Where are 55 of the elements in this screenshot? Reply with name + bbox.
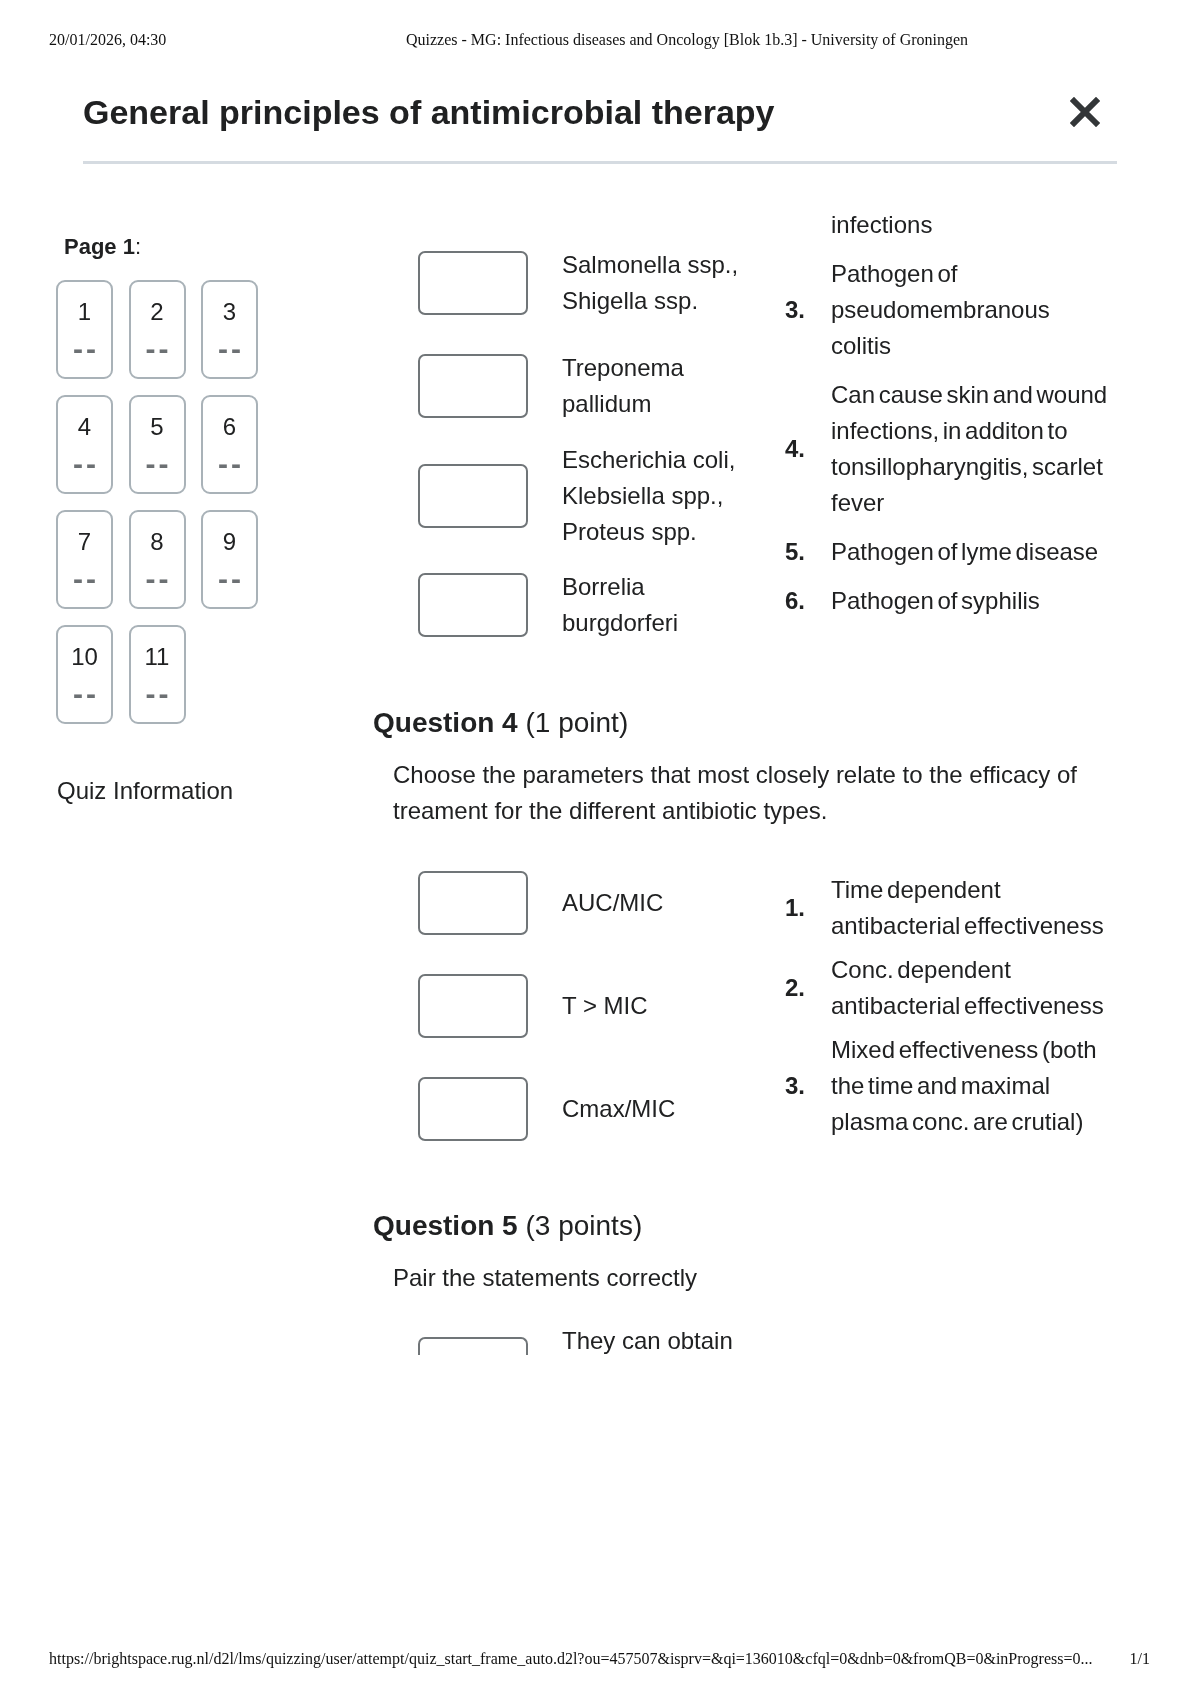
answer-text: Pathogen of syphilis <box>831 586 1041 616</box>
question-tile[interactable]: 1 -- <box>56 280 113 379</box>
print-page-title: Quizzes - MG: Infectious diseases and Oncology [Blok 1b.3] - University of Groningen <box>406 30 969 49</box>
answer-number: 2. <box>785 972 806 1003</box>
dialog-title: General principles of antimicrobial therapy <box>83 92 775 132</box>
answer-number: 6. <box>785 586 806 616</box>
question-tile[interactable]: 4 -- <box>56 395 113 494</box>
answer-number: 3. <box>785 295 806 325</box>
answer-text: Pathogen of lyme disease <box>831 537 1100 567</box>
question-tile[interactable]: 2 -- <box>128 280 186 379</box>
page-count: 1/1 <box>1129 1649 1150 1668</box>
answer-box[interactable] <box>418 1076 528 1141</box>
question-tile[interactable]: 5 -- <box>128 395 186 494</box>
match-label: Cmax/MIC <box>562 1093 677 1124</box>
question-title: Question 5 (3 points) <box>373 1209 644 1243</box>
match-label: T > MIC <box>562 990 649 1021</box>
answer-text: Time dependent antibacterial effectiveness <box>831 874 1105 941</box>
question-tile[interactable]: 10 -- <box>56 625 113 724</box>
question-tile[interactable]: 9 -- <box>201 510 258 609</box>
print-date: 20/01/2026, 04:30 <box>49 30 167 49</box>
question-prompt: Pair the statements correctly <box>392 1263 699 1293</box>
question-tile[interactable]: 11 -- <box>128 625 186 724</box>
question-tile[interactable]: 6 -- <box>201 395 258 494</box>
answer-box[interactable] <box>418 870 528 935</box>
answer-box[interactable] <box>418 251 528 315</box>
print-url: https://brightspace.rug.nl/d2l/lms/quizzing/user/attempt/quiz_start_frame_auto.d2l?ou=457507&isprv=&qi=136010&cfql=0&dnb=0&fromQB=0&inProgress=0... <box>49 1649 1093 1668</box>
answer-text: Pathogen of pseudomembranous colitis <box>831 259 1051 361</box>
answer-text: Can cause skin and wound infections, in additon to tonsillopharyngitis, scarlet fever <box>831 380 1109 518</box>
answer-box[interactable] <box>418 573 528 637</box>
answer-number: 1. <box>785 892 806 923</box>
answer-text: Conc. dependent antibacterial effectiveness <box>831 954 1105 1021</box>
question-prompt: Choose the parameters that most closely relate to the efficacy of treament for the different antibiotic types. <box>392 759 1078 826</box>
match-label: Salmonella ssp., Shigella ssp. <box>562 250 740 316</box>
question-tile[interactable]: 8 -- <box>128 510 186 609</box>
match-label: Treponema pallidum <box>562 353 685 419</box>
question-title: Question 4 (1 point) <box>373 705 630 740</box>
answer-text: infections <box>831 210 934 240</box>
answer-number: 4. <box>785 434 806 464</box>
answer-box[interactable] <box>418 973 528 1038</box>
answer-number: 5. <box>785 537 806 567</box>
answer-box[interactable] <box>418 354 528 418</box>
match-label: Escherichia coli, Klebsiella spp., Proteus spp. <box>562 444 737 547</box>
answer-box[interactable] <box>418 1336 528 1355</box>
page-label: Page 1: <box>64 233 142 261</box>
question-tile[interactable]: 7 -- <box>56 510 113 609</box>
close-button[interactable] <box>1070 97 1100 127</box>
match-label: AUC/MIC <box>562 887 665 918</box>
close-icon <box>1070 97 1100 127</box>
answer-number: 3. <box>785 1070 806 1101</box>
answer-text: Mixed effectiveness (both the time and maximal plasma conc. are crutial) <box>831 1034 1098 1137</box>
question-tile[interactable]: 3 -- <box>201 280 258 379</box>
answer-box[interactable] <box>418 463 528 528</box>
match-label: Borrelia burgdorferi <box>562 572 680 638</box>
quiz-information-link[interactable]: Quiz Information <box>57 777 234 805</box>
match-label: They can obtain <box>562 1326 734 1355</box>
